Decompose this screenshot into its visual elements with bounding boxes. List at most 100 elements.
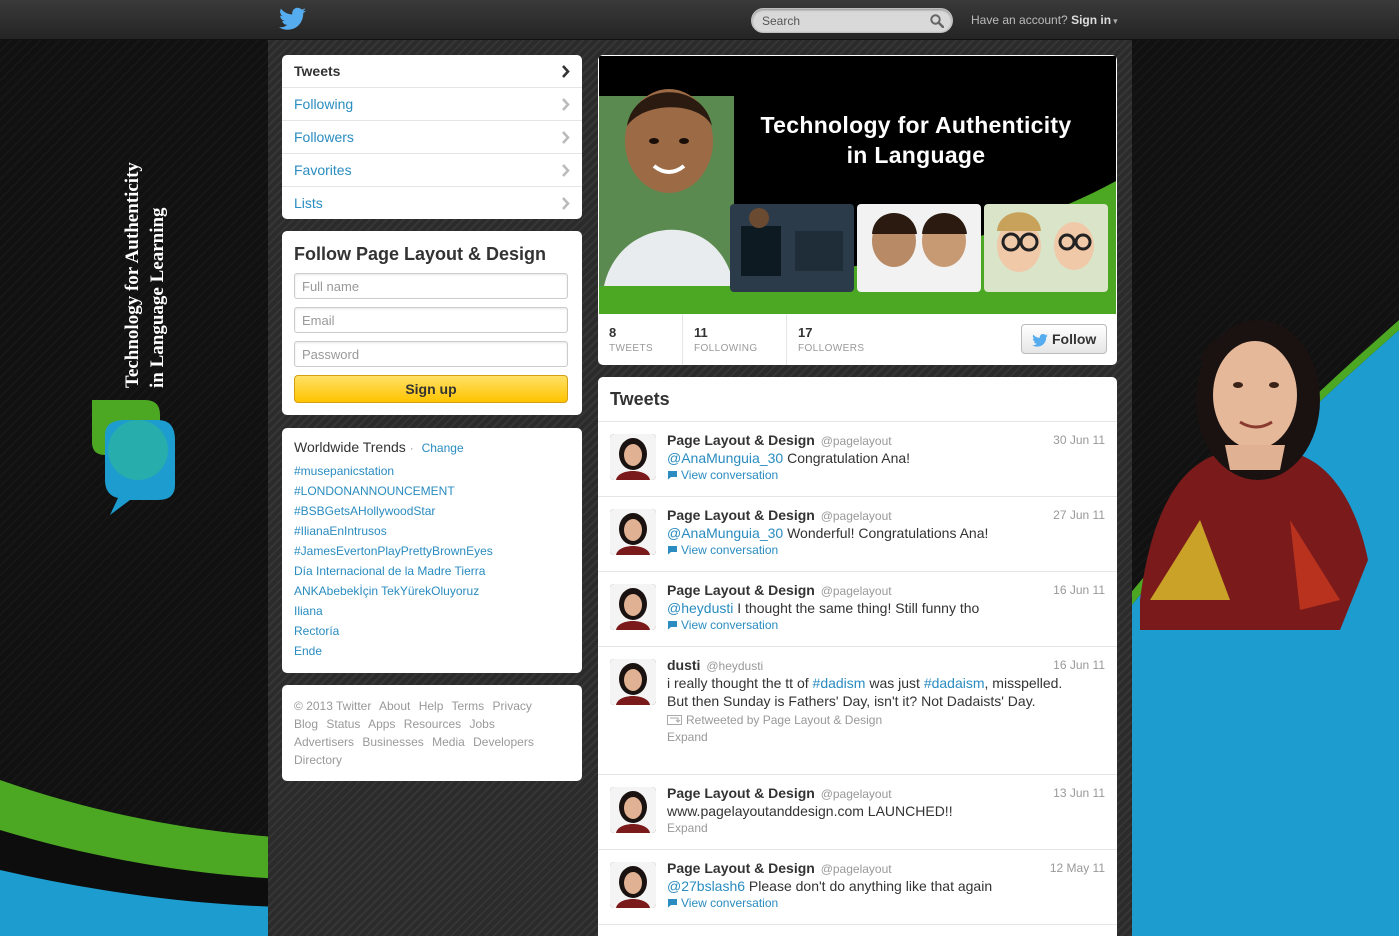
tweet[interactable]: Page Layout & Design @pagelayout @AnaMun… [598, 422, 1117, 497]
mention-link[interactable]: @AnaMunguia_30 [667, 450, 783, 466]
full-name-field[interactable] [294, 273, 568, 299]
tweet-timestamp[interactable]: 12 May 11 [1050, 861, 1105, 875]
chevron-right-icon [562, 164, 570, 177]
tweet[interactable]: Page Layout & Design @pagelayout @AnaMun… [598, 497, 1117, 572]
search-input[interactable] [762, 12, 922, 30]
tweet[interactable]: Page Layout & Design @pagelayout @27bsla… [598, 850, 1117, 925]
stat-followers[interactable]: 17 FOLLOWERS [787, 314, 897, 365]
nav-item-followers[interactable]: Followers [282, 121, 582, 154]
trend-item[interactable]: Ende [294, 644, 493, 664]
tweet-timestamp[interactable]: 27 Jun 11 [1053, 508, 1105, 522]
avatar[interactable] [610, 862, 656, 908]
footer-link-status[interactable]: Status [326, 717, 360, 731]
stat-label: FOLLOWING [694, 343, 758, 354]
trend-item[interactable]: Iliana [294, 604, 493, 624]
tweet-timestamp[interactable]: 16 Jun 11 [1053, 583, 1105, 597]
tweet-author[interactable]: Page Layout & Design [667, 582, 815, 598]
tweet-handle[interactable]: @pagelayout [821, 787, 892, 801]
footer-link-privacy[interactable]: Privacy [493, 699, 532, 713]
nav-item-lists[interactable]: Lists [282, 187, 582, 219]
trend-item[interactable]: #musepanicstation [294, 464, 493, 484]
view-conversation-link[interactable]: View conversation [667, 896, 1107, 910]
mention-link[interactable]: @AnaMunguia_30 [667, 525, 783, 541]
trends-change-link[interactable]: Change [422, 441, 464, 455]
profile-nav: Tweets Following Followers Favorites Lis… [282, 55, 582, 219]
nav-item-tweets[interactable]: Tweets [282, 55, 582, 88]
footer-link-advertisers[interactable]: Advertisers [294, 735, 354, 749]
nav-item-favorites[interactable]: Favorites [282, 154, 582, 187]
footer-link-jobs[interactable]: Jobs [469, 717, 494, 731]
twitter-bird-icon[interactable] [279, 7, 306, 31]
email-field[interactable] [294, 307, 568, 333]
tweet-handle[interactable]: @pagelayout [821, 584, 892, 598]
sign-in-link[interactable]: Sign in [1071, 13, 1111, 27]
tweet-timestamp[interactable]: 13 Jun 11 [1053, 786, 1105, 800]
footer-link-help[interactable]: Help [419, 699, 444, 713]
footer-link-directory[interactable]: Directory [294, 753, 342, 767]
side-brand-logo: Technology for Authenticity in Language … [50, 150, 200, 515]
expand-link[interactable]: Expand [667, 730, 1107, 744]
search-icon[interactable] [930, 14, 944, 28]
tweet-author[interactable]: Page Layout & Design [667, 507, 815, 523]
view-conversation-label: View conversation [681, 896, 779, 910]
password-field[interactable] [294, 341, 568, 367]
speech-bubble-icon [668, 899, 677, 908]
mention-link[interactable]: @27bslash6 [667, 878, 745, 894]
tweet[interactable]: Page Layout & Design @pagelayout @heydus… [598, 572, 1117, 647]
trend-item[interactable]: Rectoría [294, 624, 493, 644]
hashtag-link[interactable]: #dadaism [924, 675, 985, 691]
tweet-handle[interactable]: @pagelayout [821, 862, 892, 876]
tweet-text-body: was just [865, 675, 924, 691]
tweet[interactable]: dusti @heydusti i really thought the tt … [598, 647, 1117, 775]
tweet-content: Page Layout & Design @pagelayout @AnaMun… [667, 507, 1107, 557]
stat-tweets[interactable]: 8 TWEETS [598, 314, 683, 365]
tweet[interactable]: Page Layout & Design @pagelayout www.pag… [598, 775, 1117, 850]
trend-item[interactable]: ANKAbebekİçin TekYürekOluyoruz [294, 584, 493, 604]
tweet-author[interactable]: Page Layout & Design [667, 785, 815, 801]
tweet-author[interactable]: dusti [667, 657, 700, 673]
chevron-down-icon[interactable]: ▾ [1113, 16, 1118, 26]
tweet-text: www.pagelayoutanddesign.com LAUNCHED!! [667, 803, 953, 819]
footer-link-blog[interactable]: Blog [294, 717, 318, 731]
avatar[interactable] [610, 787, 656, 833]
footer-link-businesses[interactable]: Businesses [362, 735, 423, 749]
tweet-text-body: I thought the same thing! Still funny th… [733, 600, 980, 616]
avatar[interactable] [610, 659, 656, 705]
tweet-handle[interactable]: @heydusti [706, 659, 763, 673]
trend-item[interactable]: #IlianaEnIntrusos [294, 524, 493, 544]
footer-link-media[interactable]: Media [432, 735, 465, 749]
view-conversation-link[interactable]: View conversation [667, 618, 1107, 632]
tweet-text-body: Please don't do anything like that again [745, 878, 993, 894]
view-conversation-link[interactable]: View conversation [667, 543, 1107, 557]
follow-button[interactable]: Follow [1021, 324, 1107, 354]
avatar[interactable] [610, 584, 656, 630]
footer-link-about[interactable]: About [379, 699, 410, 713]
account-prompt-text: Have an account? [971, 13, 1068, 27]
mention-link[interactable]: @heydusti [667, 600, 733, 616]
hashtag-link[interactable]: #dadism [813, 675, 866, 691]
tweet-timestamp[interactable]: 30 Jun 11 [1053, 433, 1105, 447]
tweet-handle[interactable]: @pagelayout [821, 509, 892, 523]
trend-item[interactable]: Día Internacional de la Madre Tierra [294, 564, 493, 584]
tweet-handle[interactable]: @pagelayout [821, 434, 892, 448]
nav-item-following[interactable]: Following [282, 88, 582, 121]
trend-item[interactable]: #LONDONANNOUNCEMENT [294, 484, 493, 504]
view-conversation-link[interactable]: View conversation [667, 468, 1107, 482]
footer-link-resources[interactable]: Resources [404, 717, 461, 731]
retweeted-by-label: Retweeted by Page Layout & Design [667, 713, 1107, 727]
trend-item[interactable]: #JamesEvertonPlayPrettyBrownEyes [294, 544, 493, 564]
tweet-author[interactable]: Page Layout & Design [667, 860, 815, 876]
tweet-timestamp[interactable]: 16 Jun 11 [1053, 658, 1105, 672]
tweet-text-body: Wonderful! Congratulations Ana! [783, 525, 989, 541]
trend-item[interactable]: #BSBGetsAHollywoodStar [294, 504, 493, 524]
sign-up-button[interactable]: Sign up [294, 375, 568, 403]
stat-following[interactable]: 11 FOLLOWING [683, 314, 787, 365]
avatar[interactable] [610, 434, 656, 480]
footer-link-terms[interactable]: Terms [452, 699, 485, 713]
avatar[interactable] [610, 509, 656, 555]
expand-link[interactable]: Expand [667, 821, 1107, 835]
footer-link-apps[interactable]: Apps [368, 717, 395, 731]
tweet-header: dusti @heydusti [667, 657, 1107, 673]
tweet-author[interactable]: Page Layout & Design [667, 432, 815, 448]
footer-link-developers[interactable]: Developers [473, 735, 534, 749]
